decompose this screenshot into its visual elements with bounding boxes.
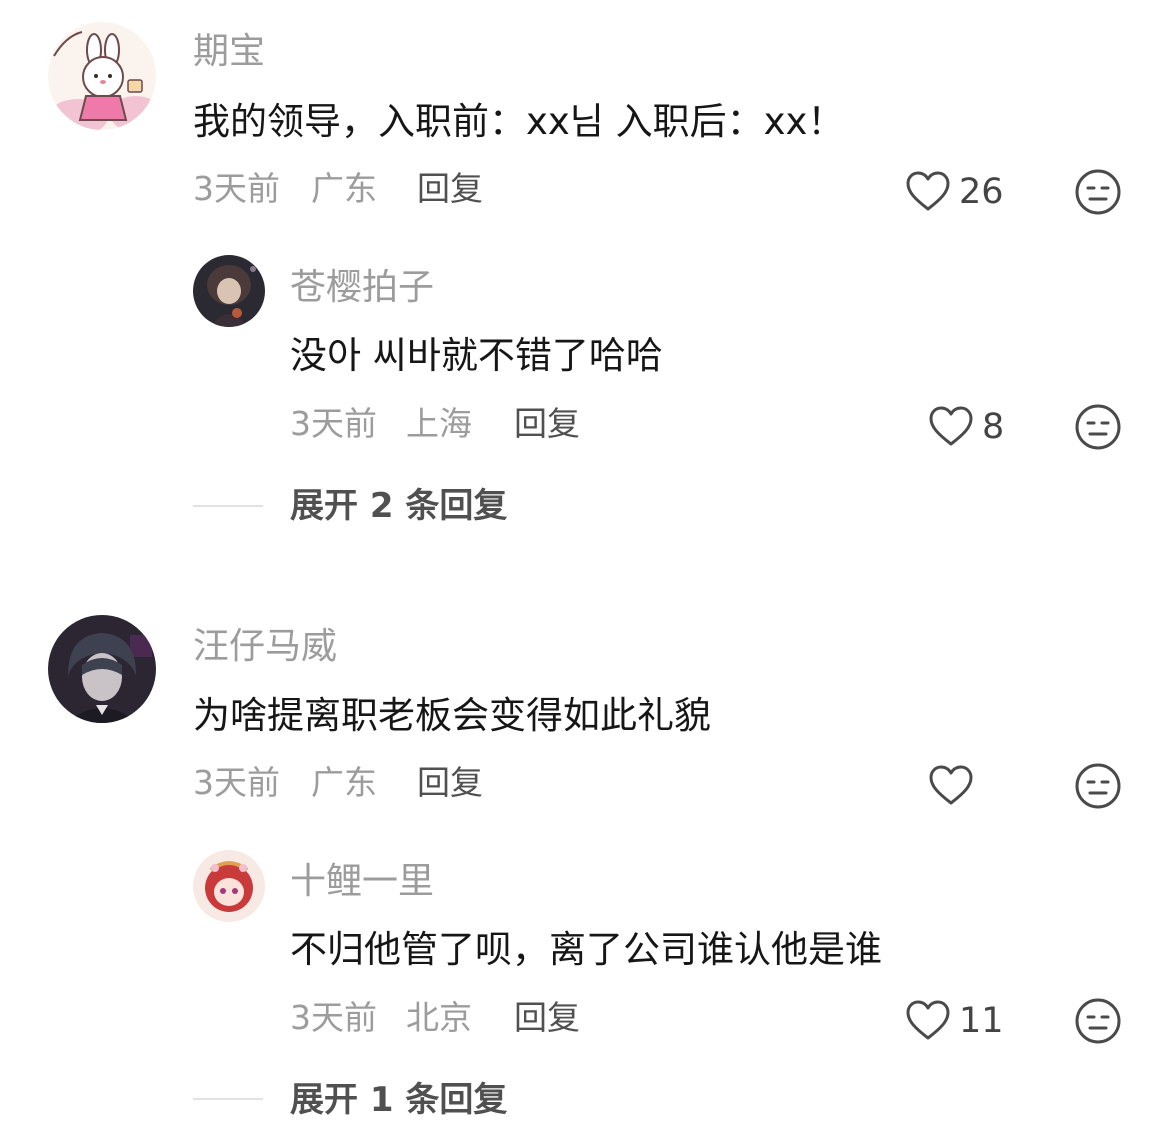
heart-outline-icon: [906, 1000, 950, 1040]
expand-divider: [193, 505, 263, 507]
reply-time: 3天前: [290, 404, 377, 443]
like-count: 8: [982, 407, 1005, 447]
neutral-face-icon: [1075, 404, 1121, 450]
neutral-face-icon: [1075, 763, 1121, 809]
comment-time: 3天前: [193, 763, 280, 802]
heart-outline-icon: [929, 765, 973, 805]
reply-button[interactable]: 回复: [514, 997, 580, 1039]
avatar[interactable]: [48, 615, 156, 723]
avatar[interactable]: [193, 850, 265, 922]
comment-location: 广东: [311, 169, 377, 208]
like-button[interactable]: 11: [905, 999, 1004, 1043]
reply-button[interactable]: 回复: [417, 168, 483, 210]
comment-time: 3天前: [193, 169, 280, 208]
reply-location: 上海: [406, 404, 472, 443]
expand-replies-button[interactable]: 展开 2 条回复: [290, 484, 507, 528]
like-count: 11: [959, 1001, 1004, 1041]
dark-haired-character-avatar-image: [48, 615, 156, 723]
reply-username[interactable]: 十鲤一里: [290, 860, 434, 904]
heart-outline-icon: [906, 171, 950, 211]
dislike-button[interactable]: [1074, 997, 1122, 1045]
reply-username[interactable]: 苍樱拍子: [290, 266, 434, 310]
like-button[interactable]: 8: [928, 405, 1004, 449]
like-button[interactable]: [928, 764, 982, 808]
avatar[interactable]: [48, 22, 156, 130]
comment-location: 广东: [311, 763, 377, 802]
neutral-face-icon: [1075, 998, 1121, 1044]
bunny-avatar-image: [48, 22, 156, 130]
comment-text: 为啥提离职老板会变得如此礼貌: [193, 694, 711, 737]
reply-text: 不归他管了呗，离了公司谁认他是谁: [290, 928, 882, 971]
like-button[interactable]: 26: [905, 170, 1004, 214]
dislike-button[interactable]: [1074, 168, 1122, 216]
neutral-face-icon: [1075, 169, 1121, 215]
reply-time: 3天前: [290, 998, 377, 1037]
dark-character-avatar-image: [193, 255, 265, 327]
dislike-button[interactable]: [1074, 762, 1122, 810]
comment-username[interactable]: 汪仔马威: [193, 625, 337, 669]
dislike-button[interactable]: [1074, 403, 1122, 451]
heart-outline-icon: [929, 406, 973, 446]
reply-text: 没아 씨바就不错了哈哈: [290, 334, 663, 377]
reply-button[interactable]: 回复: [417, 762, 483, 804]
expand-replies-button[interactable]: 展开 1 条回复: [290, 1078, 507, 1122]
reply-location: 北京: [406, 998, 472, 1037]
comment-username[interactable]: 期宝: [193, 30, 265, 74]
avatar[interactable]: [193, 255, 265, 327]
expand-divider: [193, 1098, 263, 1100]
reply-button[interactable]: 回复: [514, 403, 580, 445]
red-haired-character-avatar-image: [193, 850, 265, 922]
like-count: 26: [959, 172, 1004, 212]
comment-text: 我的领导，入职前：xx님 入职后：xx！: [193, 100, 845, 143]
